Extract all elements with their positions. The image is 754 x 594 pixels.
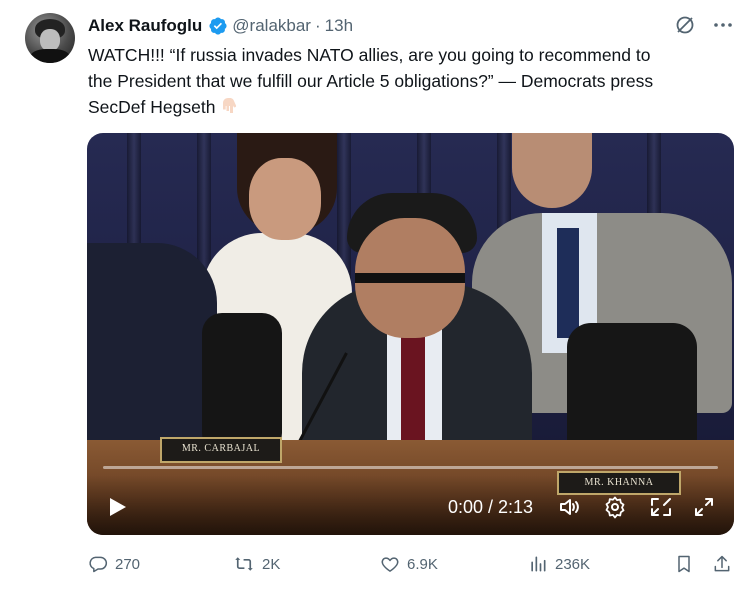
- nameplate: MR. KHANNA: [557, 471, 681, 495]
- settings-icon[interactable]: [603, 495, 627, 519]
- views-count: 236K: [555, 555, 591, 573]
- views-icon: [531, 556, 546, 572]
- verified-badge-icon: [208, 16, 228, 36]
- tweet-text-line: the President that we fulfill our Articl…: [88, 71, 654, 91]
- repost-button[interactable]: 2K: [233, 553, 280, 575]
- timestamp[interactable]: 13h: [325, 15, 353, 37]
- like-count: 6.9K: [407, 555, 438, 573]
- bookmark-icon: [678, 555, 690, 573]
- fullscreen-icon[interactable]: [692, 495, 716, 519]
- bookmark-button[interactable]: [674, 553, 694, 575]
- like-button[interactable]: 6.9K: [380, 553, 438, 575]
- heart-icon: [381, 557, 399, 572]
- separator-dot: ·: [314, 16, 321, 35]
- pip-icon[interactable]: [649, 495, 673, 519]
- share-button[interactable]: [712, 553, 732, 575]
- views-button[interactable]: 236K: [528, 553, 590, 575]
- nameplate: MR. CARBAJAL: [160, 437, 282, 463]
- reply-count: 270: [115, 555, 141, 573]
- tweet-header: Alex Raufoglu @ralakbar · 13h: [88, 15, 353, 37]
- play-icon[interactable]: [105, 495, 129, 519]
- share-icon: [714, 555, 730, 572]
- tweet-actions: 270 2K 6.9K 236K: [88, 553, 736, 575]
- author-name[interactable]: Alex Raufoglu: [88, 15, 202, 37]
- reply-icon: [89, 556, 108, 573]
- backhand-index-pointing-down-icon: [220, 96, 240, 116]
- video-player[interactable]: MR. CARBAJAL MR. KHANNA 0:00 / 2:13: [87, 133, 734, 535]
- reply-button[interactable]: 270: [88, 553, 140, 575]
- tweet-text-line: SecDef Hegseth: [88, 97, 216, 117]
- tweet-text-line: WATCH!!! “If russia invades NATO allies,…: [88, 45, 651, 65]
- avatar[interactable]: [25, 13, 75, 63]
- grok-icon[interactable]: [674, 14, 696, 36]
- volume-icon[interactable]: [558, 495, 582, 519]
- more-icon[interactable]: [712, 14, 734, 36]
- tweet-text: WATCH!!! “If russia invades NATO allies,…: [88, 42, 738, 120]
- video-progress-bar[interactable]: [103, 466, 718, 469]
- author-handle[interactable]: @ralakbar: [232, 15, 311, 37]
- repost-icon: [235, 557, 253, 571]
- repost-count: 2K: [262, 555, 281, 573]
- video-timecode: 0:00 / 2:13: [448, 497, 534, 517]
